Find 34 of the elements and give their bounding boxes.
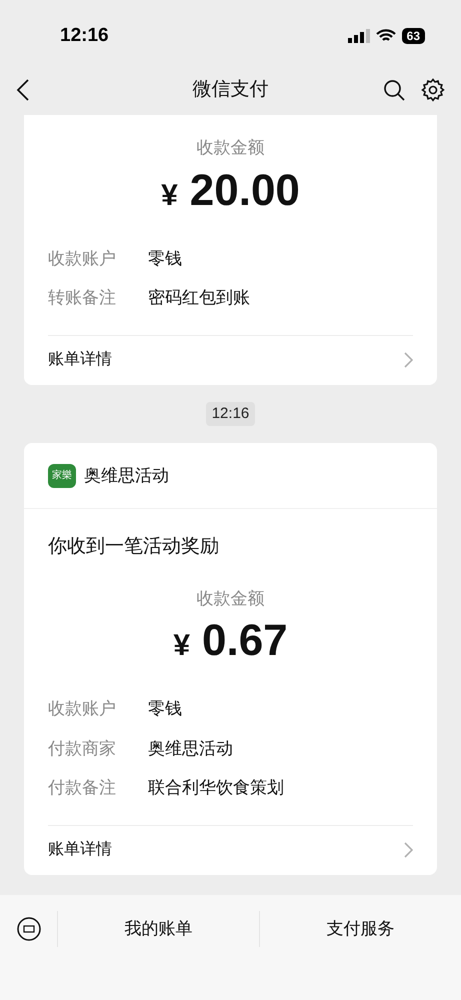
field-label: 付款商家 xyxy=(48,738,117,760)
field-value: 联合利华饮食策划 xyxy=(148,777,284,799)
nav-title: 微信支付 xyxy=(192,78,268,102)
amount-label: 收款金额 xyxy=(196,588,264,610)
field-label: 转账备注 xyxy=(48,287,117,309)
bottom-tab[interactable]: 支付服务 xyxy=(260,911,461,947)
message-headline: 你收到一笔活动奖励 xyxy=(48,535,220,559)
bill-details-row[interactable]: 账单详情 xyxy=(48,824,413,874)
bill-details-row[interactable]: 账单详情 xyxy=(48,334,413,384)
back-icon[interactable] xyxy=(16,79,30,101)
settings-icon[interactable] xyxy=(421,78,445,102)
search-icon[interactable] xyxy=(383,79,405,101)
merchant-logo: 家樂 xyxy=(48,464,76,488)
status-time: 12:16 xyxy=(60,24,109,48)
signal-icon xyxy=(348,29,370,43)
wifi-icon xyxy=(376,29,396,43)
field-label: 收款账户 xyxy=(48,248,117,270)
field-value: 零钱 xyxy=(148,698,182,720)
field-label: 付款备注 xyxy=(48,777,117,799)
merchant-name: 奥维思活动 xyxy=(84,464,169,487)
message-timestamp: 12:16 xyxy=(206,402,256,426)
currency-symbol: ¥ xyxy=(161,178,178,214)
chevron-right-icon xyxy=(403,842,413,858)
currency-symbol: ¥ xyxy=(173,628,190,664)
amount-value: 20.00 xyxy=(190,168,300,212)
field-value: 密码红包到账 xyxy=(148,287,250,309)
bottom-tab[interactable]: 我的账单 xyxy=(58,911,260,947)
battery-indicator: 63 xyxy=(402,28,425,44)
chevron-right-icon xyxy=(403,352,413,368)
amount-value: 0.67 xyxy=(202,619,288,663)
amount-label: 收款金额 xyxy=(196,137,264,159)
field-value: 零钱 xyxy=(148,248,182,270)
field-value: 奥维思活动 xyxy=(148,738,233,760)
field-label: 收款账户 xyxy=(48,698,117,720)
